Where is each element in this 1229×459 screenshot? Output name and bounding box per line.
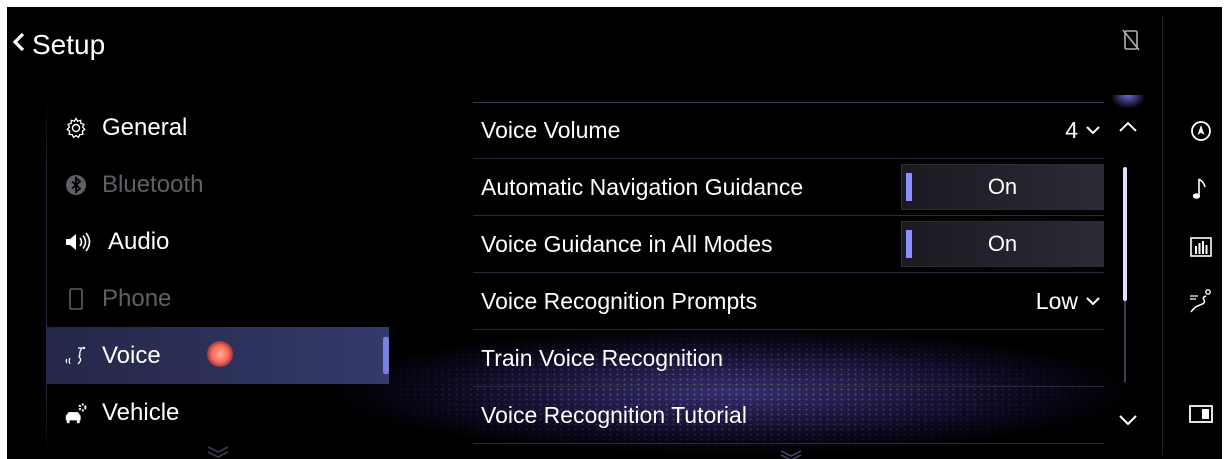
setting-label: Voice Recognition Tutorial [481, 401, 747, 428]
infotainment-screen: Setup General Bluetooth Audio Phone Voic… [7, 7, 1222, 459]
chevron-down-icon [1086, 126, 1100, 135]
phone-disconnected-icon [1122, 29, 1140, 51]
chevron-left-icon [12, 32, 26, 58]
toggle-value: On [987, 231, 1018, 256]
setup-menu: General Bluetooth Audio Phone Voice Vehi… [46, 99, 389, 441]
setting-voice-recognition-tutorial[interactable]: Voice Recognition Tutorial [473, 387, 1104, 444]
toggle-voice-guidance-all-modes[interactable]: On [901, 221, 1104, 267]
setting-train-voice-recognition[interactable]: Train Voice Recognition [473, 330, 1104, 387]
page-title: Setup [32, 29, 106, 60]
toggle-automatic-navigation-guidance[interactable]: On [901, 164, 1104, 210]
menu-item-label: Voice [102, 341, 161, 369]
scroll-top-glow [1110, 95, 1146, 109]
scroll-up-chevron-icon[interactable] [1117, 119, 1139, 133]
setting-value: Low [1035, 287, 1078, 314]
menu-item-phone: Phone [46, 270, 389, 327]
toggle-value: On [987, 174, 1018, 199]
menu-item-general[interactable]: General [46, 99, 389, 156]
setting-label: Voice Volume [481, 117, 621, 143]
list-more-chevron-icon[interactable] [778, 447, 804, 459]
touch-indicator [207, 341, 233, 367]
menu-item-bluetooth: Bluetooth [46, 156, 389, 213]
back-to-setup-button[interactable]: Setup [12, 23, 105, 67]
toggle-indicator [906, 173, 912, 201]
setting-label: Voice Recognition Prompts [481, 287, 758, 314]
bluetooth-icon [64, 173, 88, 197]
menu-item-label: Bluetooth [102, 170, 204, 198]
voice-settings-list: Voice Volume 4 Automatic Navigation Guid… [473, 102, 1104, 444]
gear-icon [64, 116, 88, 140]
menu-item-label: Phone [102, 284, 172, 312]
menu-item-label: Audio [108, 227, 170, 255]
setting-label: Voice Guidance in All Modes [481, 230, 773, 257]
scrollbar-thumb[interactable] [1123, 167, 1127, 301]
menu-item-audio[interactable]: Audio [46, 213, 389, 270]
equalizer-icon[interactable] [1187, 233, 1215, 261]
music-note-icon[interactable] [1187, 175, 1215, 203]
setting-label: Train Voice Recognition [481, 344, 724, 371]
vehicle-settings-icon [64, 401, 88, 425]
phone-icon [64, 287, 88, 311]
toggle-indicator [906, 230, 912, 258]
split-screen-icon[interactable] [1187, 400, 1215, 428]
setting-value: 4 [1065, 117, 1078, 143]
menu-item-label: General [102, 113, 188, 141]
scroll-down-chevron-icon[interactable] [1117, 412, 1139, 426]
rail-divider [1162, 15, 1163, 455]
setting-automatic-navigation-guidance: Automatic Navigation Guidance On [473, 159, 1104, 216]
speaker-icon [64, 230, 94, 254]
menu-item-label: Vehicle [102, 398, 180, 426]
compass-icon[interactable] [1187, 117, 1215, 145]
route-icon[interactable] [1187, 287, 1215, 315]
voice-icon [64, 344, 88, 368]
setting-voice-guidance-all-modes: Voice Guidance in All Modes On [473, 216, 1104, 273]
menu-item-vehicle[interactable]: Vehicle [46, 384, 389, 441]
setting-voice-volume[interactable]: Voice Volume 4 [473, 102, 1104, 159]
setting-label: Automatic Navigation Guidance [481, 173, 804, 200]
chevron-down-icon [1086, 296, 1100, 305]
menu-more-chevron-icon[interactable] [205, 444, 231, 458]
setting-voice-recognition-prompts[interactable]: Voice Recognition Prompts Low [473, 273, 1104, 330]
